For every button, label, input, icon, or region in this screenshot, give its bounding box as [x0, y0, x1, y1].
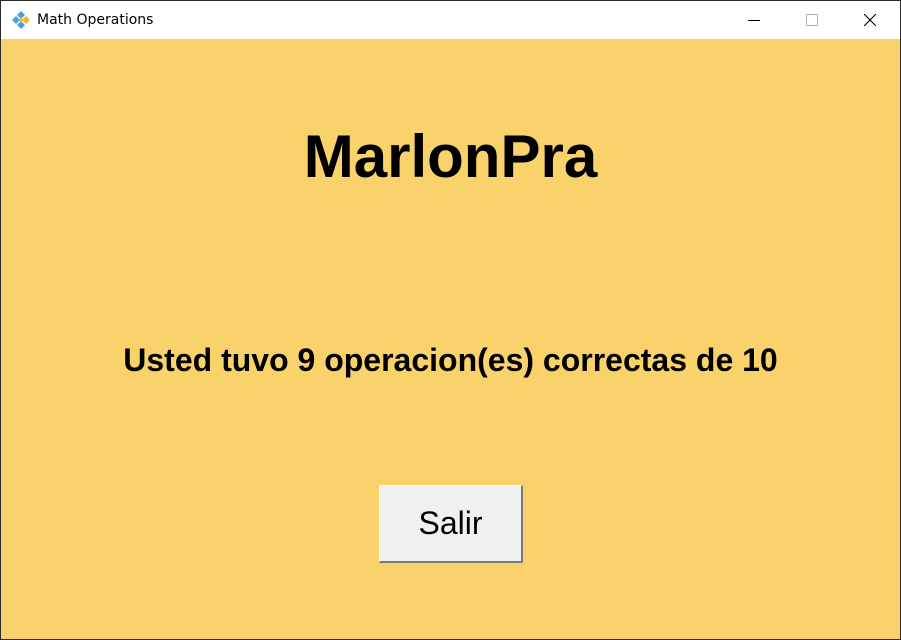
- heading-title: MarlonPra: [303, 123, 598, 190]
- app-window: Math Operations MarlonPra Usted tuvo 9 o…: [0, 0, 901, 640]
- minimize-icon: [748, 20, 760, 21]
- main-content: MarlonPra Usted tuvo 9 operacion(es) cor…: [1, 39, 900, 639]
- close-button[interactable]: [847, 1, 893, 39]
- exit-button[interactable]: Salir: [379, 485, 523, 563]
- minimize-button[interactable]: [731, 1, 777, 39]
- maximize-button[interactable]: [789, 1, 835, 39]
- app-icon: [12, 11, 30, 29]
- result-message: Usted tuvo 9 operacion(es) correctas de …: [123, 342, 778, 378]
- close-icon: [864, 14, 876, 26]
- maximize-icon: [806, 14, 818, 26]
- title-bar[interactable]: Math Operations: [1, 1, 900, 39]
- window-title: Math Operations: [37, 12, 154, 28]
